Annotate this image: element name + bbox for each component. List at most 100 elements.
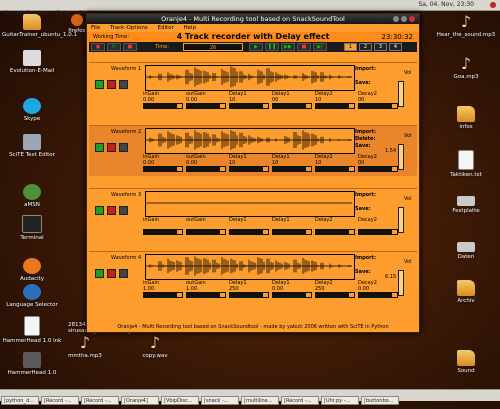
desktop-icon-daten[interactable]: Daten: [436, 242, 496, 260]
play-track-button[interactable]: [95, 80, 104, 89]
desktop-icon-hammerhead-lnk[interactable]: HammerHead 1.0 lnk: [2, 316, 62, 344]
taskbar-item[interactable]: [VbipDisc...: [161, 396, 199, 405]
maximize-icon[interactable]: [401, 16, 407, 22]
desktop-icon-guitartrainer[interactable]: GuitarTrainer_ubuntu_1.0.1: [2, 14, 77, 38]
slider-handle[interactable]: [262, 166, 269, 172]
param-slider[interactable]: [272, 292, 312, 298]
param-slider[interactable]: [229, 292, 269, 298]
taskbar-item[interactable]: [Uhr.py -...: [321, 396, 359, 405]
slider-handle[interactable]: [348, 229, 355, 235]
desktop-icon-terminal[interactable]: Terminal: [2, 215, 62, 241]
param-slider[interactable]: [315, 229, 355, 235]
slider-handle[interactable]: [305, 166, 312, 172]
menu-help[interactable]: Help: [184, 25, 197, 31]
slider-handle[interactable]: [391, 166, 398, 172]
stop-icon[interactable]: ■: [297, 43, 311, 51]
param-slider[interactable]: [358, 292, 398, 298]
param-slider[interactable]: [186, 103, 226, 109]
slider-handle[interactable]: [176, 292, 183, 298]
skip-forward-icon[interactable]: ▶▶: [281, 43, 295, 51]
waveform-display[interactable]: [145, 254, 355, 280]
import-label[interactable]: Import:: [355, 192, 376, 198]
desktop-icon-copy-wav[interactable]: ♪ copy.wav: [130, 335, 180, 360]
param-slider[interactable]: [143, 229, 183, 235]
waveform-display[interactable]: [145, 128, 355, 154]
volume-slider[interactable]: [398, 207, 404, 233]
slider-handle[interactable]: [219, 229, 226, 235]
taskbar-item[interactable]: [Record -...: [81, 396, 119, 405]
param-slider[interactable]: [229, 166, 269, 172]
param-slider[interactable]: [272, 166, 312, 172]
stop-track-button[interactable]: [119, 269, 128, 278]
record-track-button[interactable]: [107, 206, 116, 215]
slider-handle[interactable]: [219, 292, 226, 298]
slider-handle[interactable]: [219, 103, 226, 109]
desktop-icon-skype[interactable]: Skype: [2, 98, 62, 122]
slider-handle[interactable]: [305, 103, 312, 109]
desktop-icon-festplatte[interactable]: Festplatte: [436, 196, 496, 214]
slider-handle[interactable]: [348, 103, 355, 109]
param-slider[interactable]: [315, 103, 355, 109]
save-label[interactable]: Save:: [355, 206, 371, 212]
taskbar-item[interactable]: [Oranje4]: [121, 396, 159, 405]
save-label[interactable]: Save:: [355, 80, 371, 86]
desktop-icon-hammerhead[interactable]: HammerHead 1.0: [2, 352, 62, 376]
slider-handle[interactable]: [348, 166, 355, 172]
import-label[interactable]: Import:: [355, 129, 376, 135]
slider-handle[interactable]: [391, 103, 398, 109]
param-slider[interactable]: [315, 292, 355, 298]
param-slider[interactable]: [272, 103, 312, 109]
taskbar-item[interactable]: [snack -...: [201, 396, 239, 405]
slider-handle[interactable]: [391, 229, 398, 235]
taskbar-item[interactable]: [multiline...: [241, 396, 279, 405]
import-label[interactable]: Import:: [355, 66, 376, 72]
desktop-icon-language-selector[interactable]: Language Selector: [2, 284, 62, 308]
param-slider[interactable]: [229, 103, 269, 109]
taskbar-item[interactable]: [Record -...: [41, 396, 79, 405]
slider-handle[interactable]: [262, 103, 269, 109]
param-slider[interactable]: [143, 166, 183, 172]
play-track-button[interactable]: [95, 143, 104, 152]
param-slider[interactable]: [186, 292, 226, 298]
close-icon[interactable]: [409, 16, 415, 22]
slider-handle[interactable]: [391, 292, 398, 298]
record-all-icon[interactable]: ●: [91, 43, 105, 51]
pause-icon[interactable]: ❚❚: [265, 43, 279, 51]
save-label[interactable]: Save:: [355, 143, 371, 149]
track-button-3[interactable]: 3: [374, 43, 387, 51]
stop-track-button[interactable]: [119, 143, 128, 152]
play-icon[interactable]: ▶: [249, 43, 263, 51]
volume-slider[interactable]: [398, 81, 404, 107]
volume-slider[interactable]: [398, 270, 404, 296]
slider-handle[interactable]: [348, 292, 355, 298]
slider-handle[interactable]: [176, 103, 183, 109]
next-icon[interactable]: ▶|: [313, 43, 327, 51]
menu-file[interactable]: File: [91, 25, 100, 31]
param-slider[interactable]: [272, 229, 312, 235]
window-titlebar[interactable]: Oranje4 - Multi Recording tool based on …: [87, 14, 419, 24]
param-slider[interactable]: [358, 103, 398, 109]
stop-track-button[interactable]: [119, 206, 128, 215]
taskbar-item[interactable]: [Record -...: [281, 396, 319, 405]
slider-handle[interactable]: [176, 166, 183, 172]
minimize-icon[interactable]: [393, 16, 399, 22]
slider-handle[interactable]: [305, 292, 312, 298]
desktop-icon-scite[interactable]: SciTE Text Editor: [2, 134, 62, 158]
param-slider[interactable]: [186, 166, 226, 172]
param-slider[interactable]: [186, 229, 226, 235]
param-slider[interactable]: [229, 229, 269, 235]
slider-handle[interactable]: [176, 229, 183, 235]
volume-slider[interactable]: [398, 144, 404, 170]
track-button-2[interactable]: 2: [359, 43, 372, 51]
desktop-icon-goa[interactable]: ♪ Goa.mp3: [436, 56, 496, 81]
delete-label[interactable]: Delete:: [355, 136, 375, 142]
slider-handle[interactable]: [262, 229, 269, 235]
save-label[interactable]: Save:: [355, 269, 371, 275]
waveform-display[interactable]: [145, 65, 355, 91]
desktop-icon-amsn[interactable]: aMSN: [2, 184, 62, 208]
param-slider[interactable]: [358, 166, 398, 172]
slider-handle[interactable]: [219, 166, 226, 172]
desktop-icon-infos[interactable]: infos: [436, 106, 496, 130]
record-track-button[interactable]: [107, 80, 116, 89]
taskbar-item[interactable]: [buttonbo...: [361, 396, 399, 405]
